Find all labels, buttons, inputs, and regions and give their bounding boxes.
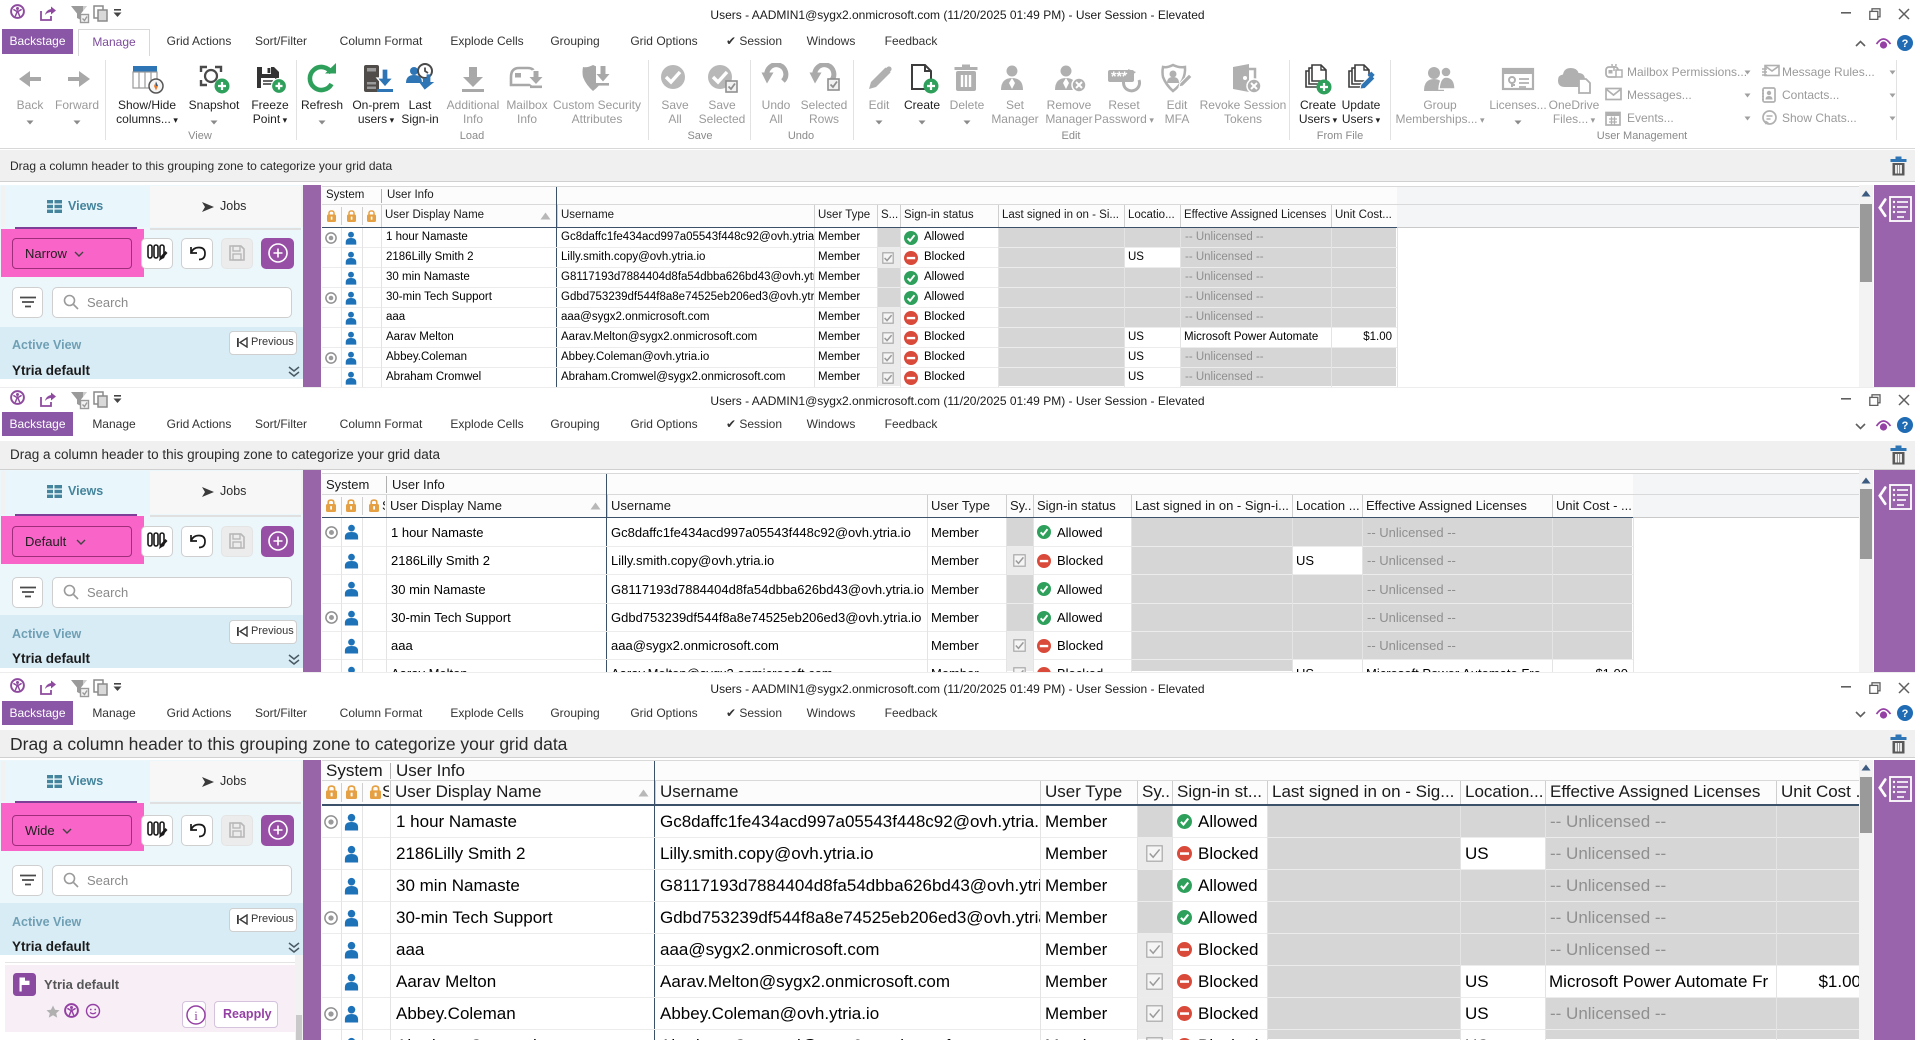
svg-text:?: ?	[1902, 708, 1909, 720]
svg-text:?: ?	[1902, 420, 1909, 432]
svg-text:?: ?	[1902, 38, 1909, 50]
svg-text:i: i	[194, 1008, 198, 1023]
